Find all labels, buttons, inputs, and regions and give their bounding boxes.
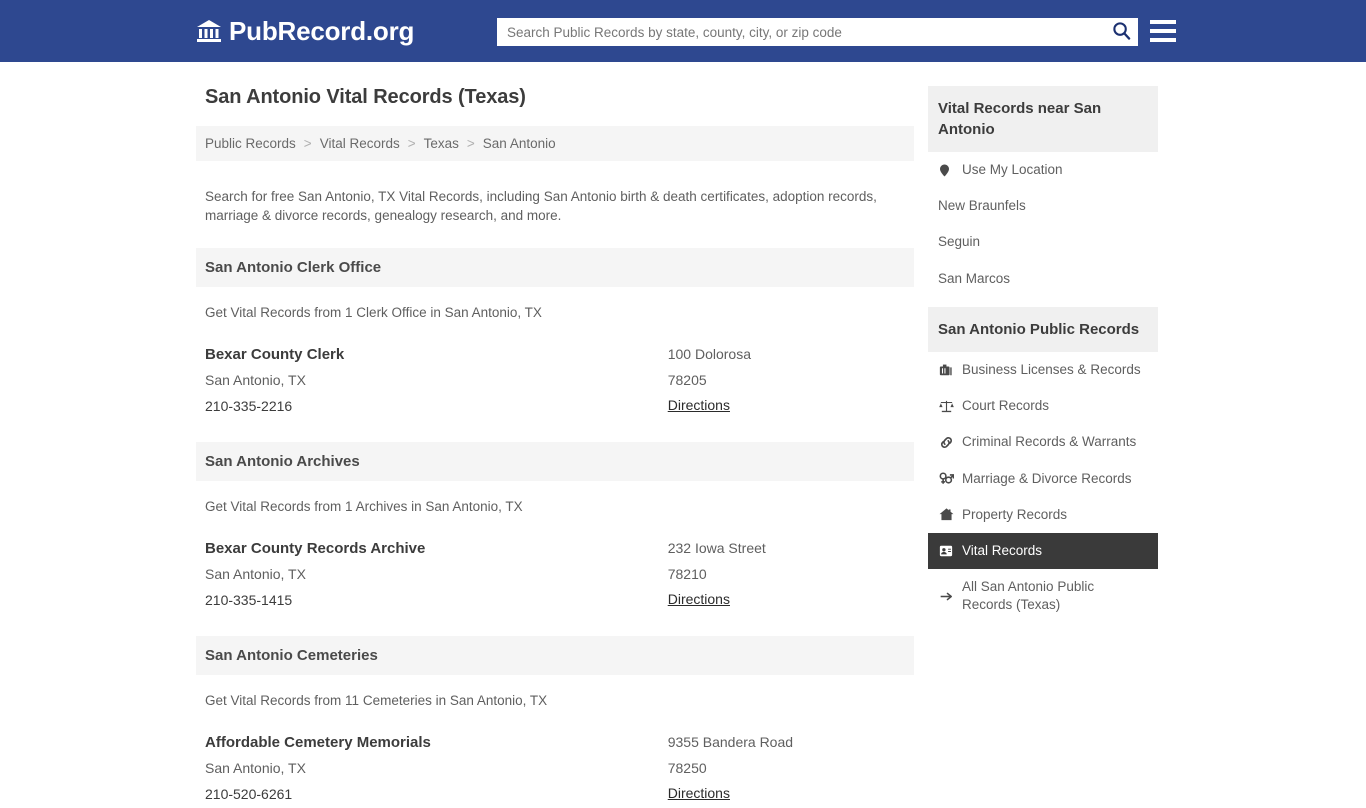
page-title: San Antonio Vital Records (Texas): [205, 86, 526, 108]
main-content: San Antonio Vital Records (Texas) Public…: [196, 86, 914, 808]
page-intro-text: Search for free San Antonio, TX Vital Re…: [205, 188, 877, 224]
bank-building-icon: [196, 18, 222, 44]
scales-icon: [938, 398, 954, 414]
listing-left-column: Bexar County Clerk San Antonio, TX 210-3…: [205, 342, 668, 420]
site-logo-text: PubRecord.org: [229, 16, 415, 46]
sidebar-item-criminal-records[interactable]: Criminal Records & Warrants: [928, 424, 1158, 460]
sidebar-item-label: Business Licenses & Records: [962, 361, 1141, 377]
venus-mars-icon: [938, 471, 954, 487]
listing-name: Affordable Cemetery Memorials: [205, 733, 431, 751]
sidebar-item-marriage-divorce[interactable]: Marriage & Divorce Records: [928, 461, 1158, 497]
directions-link[interactable]: Directions: [668, 781, 730, 807]
listing-right-column: 9355 Bandera Road 78250 Directions: [668, 730, 905, 808]
sidebar-item-vital-records[interactable]: Vital Records: [928, 532, 1158, 570]
section-header: San Antonio Archives: [196, 441, 914, 481]
sidebar-item-label: Seguin: [938, 234, 981, 250]
listing-city-state: San Antonio, TX: [205, 759, 306, 776]
breadcrumb-item-public-records[interactable]: Public Records: [205, 136, 296, 151]
section-subtitle: Get Vital Records from 1 Clerk Office in…: [205, 304, 542, 320]
listing-address: 232 Iowa Street: [667, 539, 766, 556]
listing-left-column: Bexar County Records Archive San Antonio…: [205, 536, 668, 614]
listing-zip: 78250: [667, 759, 707, 776]
briefcase-icon: [938, 362, 954, 378]
section-clerk-office: San Antonio Clerk Office Get Vital Recor…: [196, 247, 914, 420]
sidebar: Vital Records near San Antonio Use My Lo…: [928, 86, 1158, 634]
hamburger-bar: [1150, 29, 1176, 33]
section-subtitle: Get Vital Records from 11 Cemeteries in …: [205, 692, 548, 708]
listing-city-state: San Antonio, TX: [205, 565, 306, 582]
breadcrumb-separator: >: [466, 136, 475, 151]
sidebar-item-label: New Braunfels: [938, 198, 1026, 214]
listing-name: Bexar County Clerk: [205, 345, 345, 363]
site-logo[interactable]: PubRecord.org: [196, 18, 414, 44]
breadcrumb-separator: >: [303, 136, 312, 151]
sidebar-nearby-box: Vital Records near San Antonio Use My Lo…: [928, 86, 1158, 297]
sidebar-item-label: San Marcos: [938, 270, 1011, 286]
listing-row: Bexar County Clerk San Antonio, TX 210-3…: [196, 320, 914, 420]
listing-left-column: Affordable Cemetery Memorials San Antoni…: [205, 730, 668, 808]
breadcrumb: Public Records > Vital Records > Texas >…: [196, 126, 914, 161]
sidebar-item-label: All San Antonio Public Records (Texas): [962, 579, 1095, 613]
arrow-right-icon: [938, 588, 954, 604]
breadcrumb-item-vital-records[interactable]: Vital Records: [320, 136, 400, 151]
link-chain-icon: [938, 434, 954, 450]
listing-right-column: 232 Iowa Street 78210 Directions: [668, 536, 905, 614]
listing-phone[interactable]: 210-520-6261: [205, 782, 668, 808]
sidebar-item-label: Criminal Records & Warrants: [962, 434, 1137, 450]
sidebar-public-records-header: San Antonio Public Records: [928, 306, 1158, 352]
section-header: San Antonio Clerk Office: [196, 247, 914, 287]
listing-phone[interactable]: 210-335-2216: [205, 394, 668, 420]
listing-address: 9355 Bandera Road: [667, 733, 794, 750]
map-pin-icon: [938, 162, 954, 178]
house-icon: [938, 507, 954, 523]
sidebar-item-business-licenses[interactable]: Business Licenses & Records: [928, 352, 1158, 388]
breadcrumb-separator: >: [407, 136, 416, 151]
sidebar-item-property-records[interactable]: Property Records: [928, 497, 1158, 533]
section-cemeteries: San Antonio Cemeteries Get Vital Records…: [196, 635, 914, 808]
page-body: San Antonio Vital Records (Texas) Public…: [0, 62, 1366, 808]
listing-name: Bexar County Records Archive: [205, 539, 426, 557]
listing-zip: 78210: [667, 565, 707, 582]
search-bar: [497, 18, 1138, 46]
listing-row: Affordable Cemetery Memorials San Antoni…: [196, 708, 914, 808]
search-button[interactable]: [1104, 18, 1138, 46]
sidebar-item-seguin[interactable]: Seguin: [928, 224, 1158, 260]
sidebar-item-use-my-location[interactable]: Use My Location: [928, 152, 1158, 188]
sidebar-item-san-marcos[interactable]: San Marcos: [928, 261, 1158, 297]
directions-link[interactable]: Directions: [668, 587, 730, 613]
listing-right-column: 100 Dolorosa 78205 Directions: [668, 342, 905, 420]
hamburger-bar: [1150, 20, 1176, 24]
sidebar-nearby-header: Vital Records near San Antonio: [928, 86, 1158, 152]
sidebar-item-label: Property Records: [962, 506, 1068, 522]
section-header: San Antonio Cemeteries: [196, 635, 914, 675]
address-card-icon: [938, 543, 954, 559]
listing-phone[interactable]: 210-335-1415: [205, 588, 668, 614]
sidebar-item-label: Use My Location: [962, 162, 1063, 177]
hamburger-bar: [1150, 38, 1176, 42]
section-archives: San Antonio Archives Get Vital Records f…: [196, 441, 914, 614]
directions-link[interactable]: Directions: [668, 393, 730, 419]
section-subtitle: Get Vital Records from 1 Archives in San…: [205, 498, 523, 514]
search-icon: [1112, 21, 1131, 43]
breadcrumb-item-texas[interactable]: Texas: [424, 136, 459, 151]
search-input[interactable]: [497, 19, 1104, 45]
site-header: PubRecord.org: [0, 0, 1366, 62]
sidebar-item-all-public-records[interactable]: All San Antonio Public Records (Texas): [928, 569, 1158, 623]
listing-zip: 78205: [667, 371, 707, 388]
listing-row: Bexar County Records Archive San Antonio…: [196, 514, 914, 614]
listing-city-state: San Antonio, TX: [205, 371, 306, 388]
hamburger-menu-icon[interactable]: [1150, 18, 1176, 44]
sidebar-item-court-records[interactable]: Court Records: [928, 388, 1158, 424]
sidebar-item-label: Court Records: [962, 398, 1050, 414]
listing-address: 100 Dolorosa: [667, 345, 751, 362]
sidebar-item-label: Vital Records: [962, 542, 1043, 558]
sidebar-item-new-braunfels[interactable]: New Braunfels: [928, 188, 1158, 224]
sidebar-item-label: Marriage & Divorce Records: [962, 470, 1132, 486]
breadcrumb-item-san-antonio[interactable]: San Antonio: [483, 136, 556, 151]
sidebar-public-records-box: San Antonio Public Records Business Lice…: [928, 306, 1158, 624]
